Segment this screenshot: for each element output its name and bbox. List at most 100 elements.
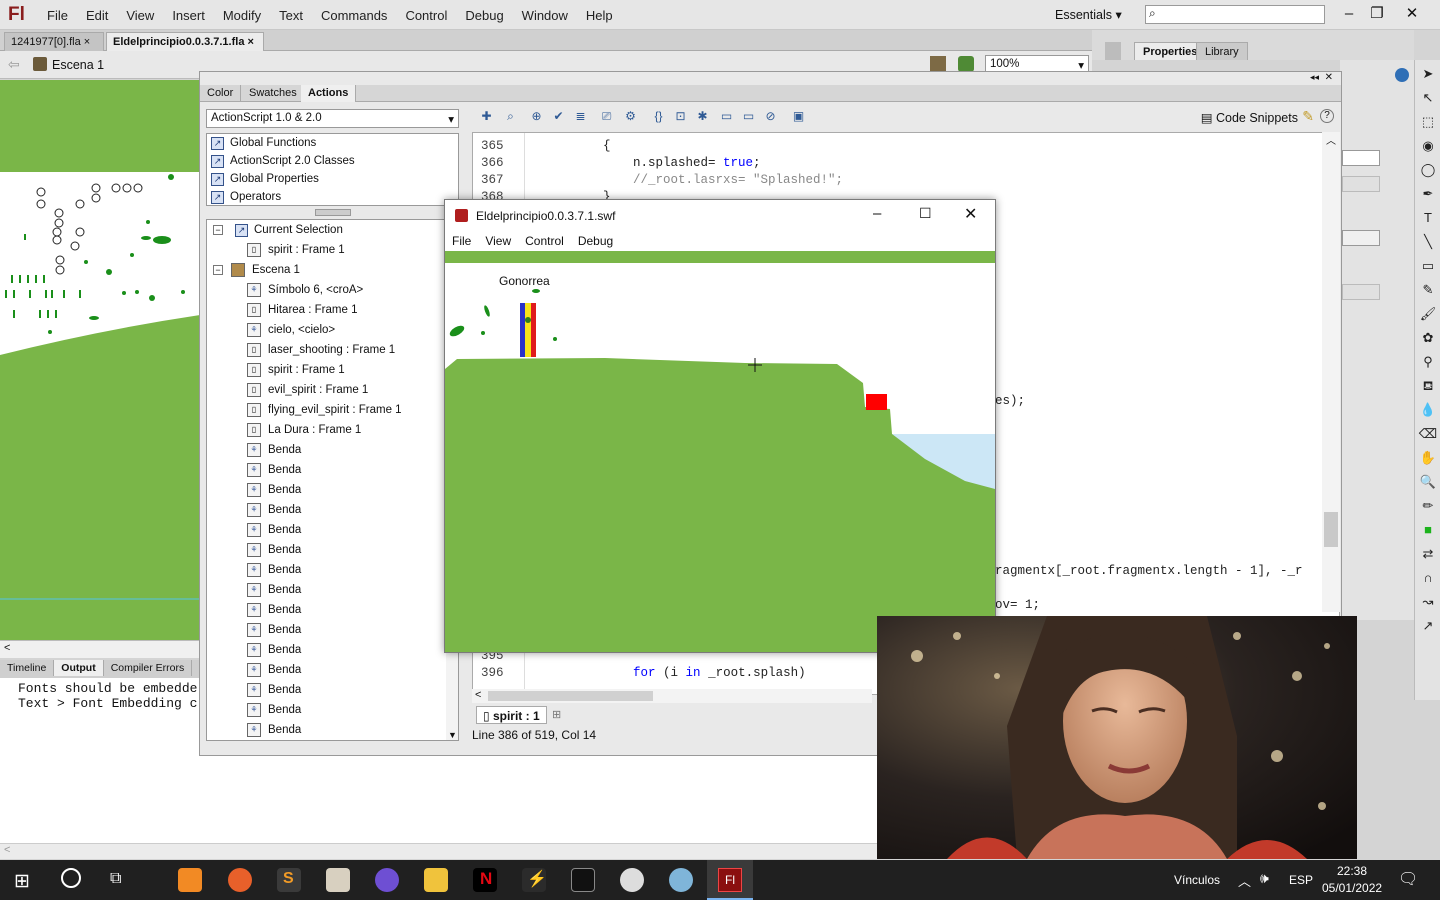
collapse-icon[interactable]: − xyxy=(213,265,223,275)
tab-compiler-errors[interactable]: Compiler Errors xyxy=(104,660,193,676)
collapse-icon[interactable]: − xyxy=(213,225,223,235)
navigator-item[interactable]: ⚘ Benda xyxy=(207,480,458,500)
menu-help[interactable]: Help xyxy=(577,8,622,23)
pencil-tool-icon[interactable]: ✎ xyxy=(1418,280,1438,300)
video-overlay[interactable] xyxy=(877,616,1357,859)
tab-swatches[interactable]: Swatches xyxy=(242,85,305,102)
tab-output[interactable]: Output xyxy=(54,660,104,676)
menu-window[interactable]: Window xyxy=(513,8,577,23)
minimize-button[interactable]: – xyxy=(873,205,881,222)
media-icon[interactable] xyxy=(620,868,644,892)
navigator-item[interactable]: ⚘ Benda xyxy=(207,700,458,720)
links-toolbar[interactable]: Vínculos xyxy=(1174,860,1220,900)
navigator-item[interactable]: ⚘ Benda xyxy=(207,500,458,520)
lasso-tool-icon[interactable]: ◯ xyxy=(1418,160,1438,180)
output-scrollbar[interactable]: < xyxy=(0,843,878,859)
menu-debug[interactable]: Debug xyxy=(456,8,512,23)
property-select[interactable] xyxy=(1342,176,1380,192)
navigator-item[interactable]: ▯ evil_spirit : Frame 1 xyxy=(207,380,458,400)
apply-comment-icon[interactable]: ▭ xyxy=(718,109,735,126)
language-indicator[interactable]: ESP xyxy=(1289,860,1313,900)
navigator-item[interactable]: ⚘ Símbolo 6, <croA> xyxy=(207,280,458,300)
scroll-left-icon[interactable]: < xyxy=(4,844,10,856)
restore-button[interactable]: ❐ xyxy=(1363,0,1391,30)
wand-icon[interactable]: ✎ xyxy=(1302,108,1314,125)
tab-actions[interactable]: Actions xyxy=(301,85,357,102)
fill-color-icon[interactable]: ■ xyxy=(1418,520,1438,540)
flash-taskbar-button[interactable]: Fl xyxy=(707,860,753,900)
paint-bucket-tool-icon[interactable]: ⛾ xyxy=(1418,376,1438,396)
chevron-up-icon[interactable]: ︿ xyxy=(1326,132,1336,147)
deco-tool-icon[interactable]: ✿ xyxy=(1418,328,1438,348)
brush-tool-icon[interactable]: 🖌 xyxy=(1418,304,1438,324)
terminal-icon[interactable] xyxy=(571,868,595,892)
navigator-item[interactable]: ⚘ Benda xyxy=(207,600,458,620)
auto-format-icon[interactable]: ≣ xyxy=(572,109,589,126)
eyedropper-tool-icon[interactable]: 💧 xyxy=(1418,400,1438,420)
task-view-icon[interactable]: ⧉ xyxy=(110,870,121,888)
splitter-handle[interactable] xyxy=(315,209,351,216)
text-tool-icon[interactable]: T xyxy=(1418,208,1438,228)
navigator-item[interactable]: − ↗ Current Selection xyxy=(207,220,458,240)
scroll-left-icon[interactable]: < xyxy=(475,689,481,701)
close-icon[interactable]: × xyxy=(248,36,254,48)
menu-text[interactable]: Text xyxy=(270,8,312,23)
rectangle-tool-icon[interactable]: ▭ xyxy=(1418,256,1438,276)
menu-insert[interactable]: Insert xyxy=(163,8,214,23)
github-icon[interactable] xyxy=(375,868,399,892)
paint-icon[interactable] xyxy=(669,868,693,892)
navigator-item[interactable]: ⚘ Benda xyxy=(207,720,458,740)
target-icon[interactable]: ⊕ xyxy=(528,109,545,126)
remove-comment-icon[interactable]: ⊘ xyxy=(762,109,779,126)
chevron-down-icon[interactable]: ▼ xyxy=(448,730,457,740)
navigator-item[interactable]: ⚘ Benda xyxy=(207,680,458,700)
script-tab[interactable]: ▯ spirit : 1 xyxy=(476,706,547,724)
editor-vertical-scrollbar[interactable]: ︿ xyxy=(1322,132,1340,612)
menu-edit[interactable]: Edit xyxy=(77,8,117,23)
show-toolbox-icon[interactable]: ▣ xyxy=(790,109,807,126)
scroll-thumb[interactable] xyxy=(1324,512,1338,547)
scroll-thumb[interactable] xyxy=(488,691,653,701)
navigator-item[interactable]: ⚘ Benda xyxy=(207,580,458,600)
find-icon[interactable]: ⌕ xyxy=(502,109,519,126)
chevron-up-icon[interactable]: ︿ xyxy=(1238,871,1251,890)
snap-icon[interactable]: ∩ xyxy=(1418,568,1438,588)
navigator-item[interactable]: ⚘ Benda xyxy=(207,660,458,680)
pen-tool-icon[interactable]: ✒ xyxy=(1418,184,1438,204)
navigator-item[interactable]: ⚘ Benda xyxy=(207,520,458,540)
collapse-selection-icon[interactable]: ⊡ xyxy=(672,109,689,126)
bone-tool-icon[interactable]: ⚲ xyxy=(1418,352,1438,372)
search-icon[interactable] xyxy=(61,868,81,888)
windows-start-icon[interactable]: ⊞ xyxy=(14,870,30,893)
navigator-item[interactable]: ▯ spirit : Frame 1 xyxy=(207,360,458,380)
toolbox-item[interactable]: ↗ Global Functions xyxy=(207,134,458,152)
tab-timeline[interactable]: Timeline xyxy=(0,660,55,676)
navigator-item[interactable]: ▯ flying_evil_spirit : Frame 1 xyxy=(207,400,458,420)
navigator-item[interactable]: ⚘ Benda xyxy=(207,540,458,560)
actionscript-version-select[interactable]: ActionScript 1.0 & 2.0 ▾ xyxy=(206,109,459,128)
navigator-item[interactable]: ⚘ Benda xyxy=(207,640,458,660)
help-icon[interactable]: ? xyxy=(1320,109,1334,123)
editor-horizontal-scrollbar[interactable]: < xyxy=(472,689,872,703)
swf-menu-debug[interactable]: Debug xyxy=(571,234,620,248)
swf-menu-file[interactable]: File xyxy=(445,234,478,248)
straighten-icon[interactable]: ↗ xyxy=(1418,616,1438,636)
sublime-icon[interactable]: S xyxy=(277,868,301,892)
code-snippets-button[interactable]: ▤ Code Snippets xyxy=(1201,110,1298,125)
navigator-item[interactable]: ⚘ Benda xyxy=(207,460,458,480)
panel-collapse-icon[interactable] xyxy=(1105,42,1121,60)
minimize-button[interactable]: – xyxy=(1335,0,1363,30)
doc-tab-2[interactable]: Eldelprincipio0.0.3.7.1.fla × xyxy=(106,32,264,51)
navigator-item[interactable]: ⚘ Benda xyxy=(207,440,458,460)
toolbox-item[interactable]: ↗ Operators xyxy=(207,188,458,205)
close-button[interactable]: ✕ xyxy=(964,204,977,224)
game-canvas[interactable]: Gonorrea xyxy=(445,251,995,652)
close-icon[interactable]: ✕ xyxy=(1325,72,1333,83)
scroll-left-icon[interactable]: < xyxy=(4,642,10,654)
navigator-item[interactable]: ⚘ cielo, <cielo> xyxy=(207,320,458,340)
netflix-icon[interactable]: N xyxy=(473,868,497,892)
maximize-button[interactable]: ☐ xyxy=(919,205,932,222)
close-icon[interactable]: × xyxy=(84,36,90,48)
collapse-between-icon[interactable]: {} xyxy=(650,109,667,126)
hand-tool-icon[interactable]: ✋ xyxy=(1418,448,1438,468)
